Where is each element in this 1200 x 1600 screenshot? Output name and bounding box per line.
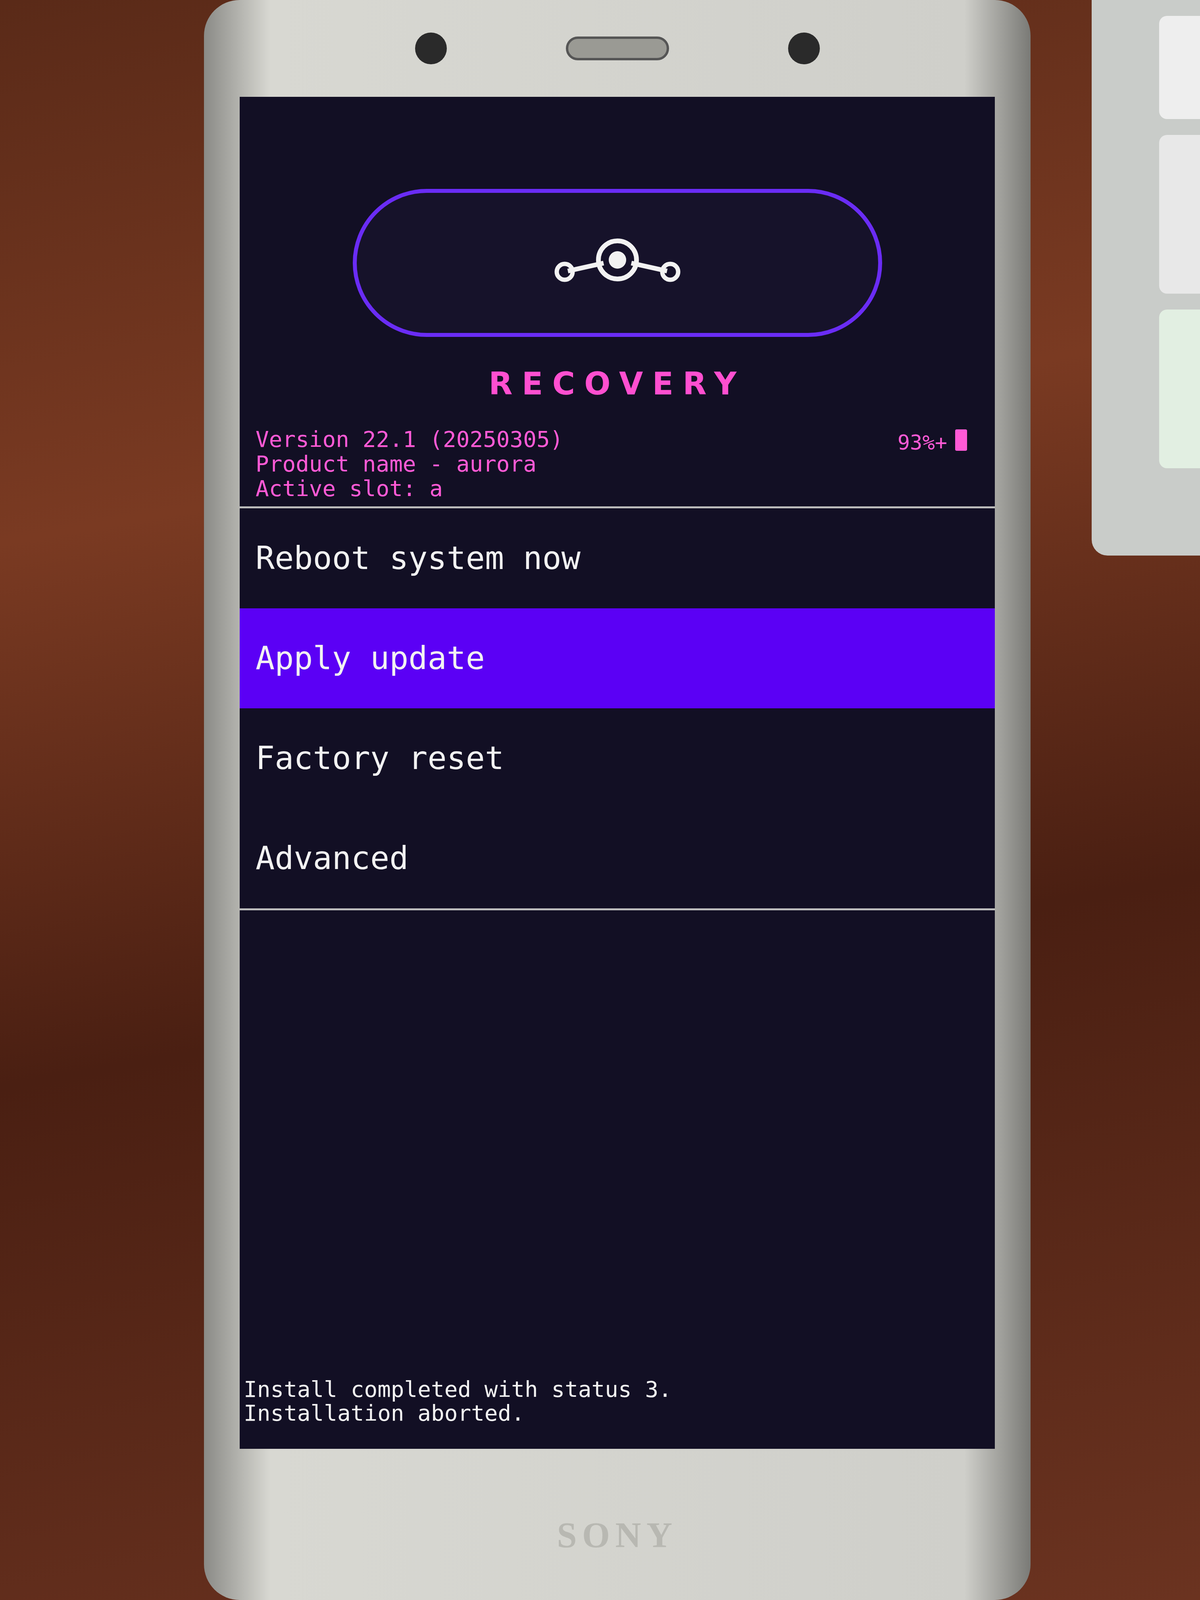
phone: RECOVERY Version 22.1 (20250305)Product n… xyxy=(203,0,1031,1600)
log-line: Installation aborted. xyxy=(243,1401,991,1425)
logo-pill xyxy=(352,188,883,337)
keyboard xyxy=(1091,0,1200,556)
brand-logo: SONY xyxy=(556,1508,678,1600)
menu-item[interactable]: Factory reset xyxy=(239,708,995,809)
info-line: Version 22.1 (20250305) xyxy=(255,426,564,452)
log: Install completed with status 3.Installa… xyxy=(239,1377,995,1449)
menu-item[interactable]: Reboot system now xyxy=(239,508,995,609)
key-icon xyxy=(1159,309,1200,469)
battery: 93%+ xyxy=(897,426,979,501)
menu-item[interactable]: Advanced xyxy=(239,808,995,909)
photo: RECOVERY Version 22.1 (20250305)Product n… xyxy=(0,0,1200,1600)
key-icon xyxy=(1159,134,1200,294)
screen: RECOVERY Version 22.1 (20250305)Product n… xyxy=(239,96,995,1449)
info-line: Active slot: a xyxy=(255,476,564,501)
menu-item[interactable]: Apply update xyxy=(239,608,995,709)
log-line: Install completed with status 3. xyxy=(243,1377,991,1402)
key-icon xyxy=(1159,15,1200,120)
lineage-logo-icon xyxy=(551,235,683,291)
speaker-icon xyxy=(565,36,670,61)
camera-icon xyxy=(415,32,447,65)
top-bezel xyxy=(239,0,995,97)
battery-icon xyxy=(955,429,968,451)
info-line: Product name - aurora xyxy=(255,451,564,477)
recovery-title: RECOVERY xyxy=(239,360,995,408)
menu: Reboot system nowApply updateFactory res… xyxy=(239,506,995,911)
device-info: Version 22.1 (20250305)Product name - au… xyxy=(255,426,564,501)
bottom-bezel: SONY xyxy=(239,1448,995,1600)
sensor-icon xyxy=(788,32,820,65)
